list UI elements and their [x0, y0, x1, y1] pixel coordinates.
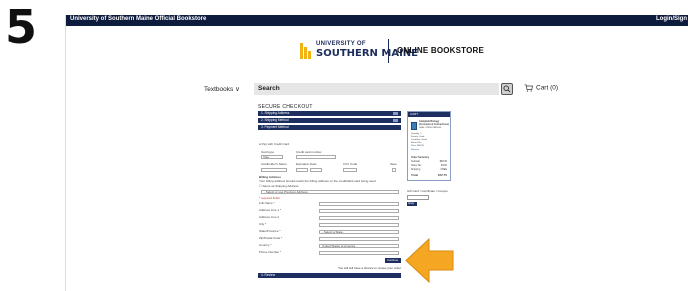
cvv-label: CVV Code — [343, 162, 358, 166]
search-icon — [503, 85, 511, 93]
review-note: You will still have a chance to review y… — [338, 266, 402, 270]
logo-line-1: UNIVERSITY OF — [316, 41, 366, 47]
store-name: ONLINE BOOKSTORE — [397, 46, 485, 55]
cart-summary-header: CART — [408, 112, 450, 117]
top-bar: University of Southern Maine Official Bo… — [66, 15, 688, 26]
exp-month-select[interactable] — [296, 168, 308, 172]
field-label-address-2: Address Line 2 — [259, 215, 280, 219]
item-price: Price: $68.95 — [411, 145, 424, 147]
state-value: - Select a State - — [322, 230, 345, 234]
zip-input[interactable] — [319, 237, 399, 241]
panel-shipping-address[interactable]: 1. Shipping Address — [258, 111, 401, 116]
save-label: Save — [390, 162, 397, 166]
country-value: United States of America — [322, 244, 356, 248]
cardholder-name-input[interactable] — [261, 168, 287, 172]
subtotal-value: $68.95 — [439, 160, 447, 163]
card-type-value: Visa — [263, 155, 269, 159]
gift-card-label: Gift Card / Certificate / Coupon — [407, 189, 449, 193]
previous-address-select[interactable]: - Select or use Previous Address - — [261, 190, 399, 194]
login-link[interactable]: Login/Sign — [656, 16, 687, 22]
panel-label: 2. Shipping Method — [261, 118, 289, 122]
card-type-label: Card type — [261, 150, 275, 154]
full-name-input[interactable] — [319, 202, 399, 206]
panel-label: 3. Payment Method — [261, 125, 289, 129]
save-card-checkbox[interactable] — [392, 168, 396, 172]
pay-with-label: Pay with Credit Card — [261, 142, 290, 146]
field-label-zip: Zip/Postal Code * — [259, 236, 283, 240]
cart-icon — [524, 84, 533, 92]
cvv-input[interactable] — [343, 168, 357, 172]
logo-divider — [388, 39, 389, 63]
payment-form: ● Pay with Credit Card Card type Visa Cr… — [258, 139, 401, 279]
address-2-input[interactable] — [319, 216, 399, 220]
cart-link[interactable]: Cart (0) — [524, 84, 558, 92]
summary-title: Order Summary — [411, 156, 430, 159]
shipping-label: Shipping — [411, 168, 421, 171]
tax-value: $3.80 — [441, 164, 447, 167]
panel-payment-method[interactable]: 3. Payment Method — [258, 125, 401, 130]
card-type-select[interactable]: Visa — [261, 155, 283, 159]
panel-shipping-method[interactable]: 2. Shipping Method — [258, 118, 401, 123]
phone-input[interactable] — [319, 251, 399, 255]
search-placeholder: Search — [258, 85, 280, 92]
tax-label: Sales Tax — [411, 164, 422, 167]
book-cover-icon — [411, 122, 417, 130]
item-title[interactable]: Campbell Biology (Concepts & Connections… — [419, 120, 450, 127]
previous-address-value: - Select or use Previous Address - — [264, 190, 310, 194]
textbooks-menu[interactable]: Textbooks ∨ — [204, 85, 240, 93]
field-label-country: Country * — [259, 243, 272, 247]
page-title: SECURE CHECKOUT — [258, 104, 313, 110]
card-number-input[interactable] — [296, 155, 336, 159]
field-label-address-1: Address Line 1 * — [259, 208, 282, 212]
pay-with-card-radio[interactable]: ● Pay with Credit Card — [259, 142, 290, 146]
country-select[interactable]: United States of America — [319, 244, 399, 248]
pointer-arrow-icon — [405, 237, 454, 284]
cart-summary: CART Campbell Biology (Concepts & Connec… — [407, 111, 451, 181]
search-input[interactable]: Search — [254, 83, 499, 95]
field-label-city: City * — [259, 222, 267, 226]
gift-apply-label: Apply — [408, 202, 415, 205]
cart-label: Cart (0) — [536, 84, 559, 92]
edit-icon[interactable] — [393, 119, 398, 122]
field-label-phone: Phone Number * — [259, 250, 282, 254]
continue-label: Continue — [387, 258, 399, 262]
same-as-shipping-label: Same as Shipping Address — [262, 184, 299, 188]
instruction-frame: 5 University of Southern Maine Official … — [0, 0, 688, 291]
continue-button[interactable]: Continue — [385, 258, 401, 263]
exp-year-select[interactable] — [310, 168, 322, 172]
logo-mark-icon — [300, 43, 312, 59]
cardholder-name-label: Cardholder's Name — [261, 162, 287, 166]
city-input[interactable] — [319, 223, 399, 227]
field-label-state: State/Province * — [259, 229, 281, 233]
gift-apply-button[interactable]: Apply — [407, 202, 417, 206]
step-number: 5 — [5, 0, 37, 54]
card-number-label: Credit card number — [296, 150, 322, 154]
subtotal-label: Subtotal — [411, 160, 420, 163]
bookstore-screenshot: University of Southern Maine Official Bo… — [65, 15, 688, 291]
billing-note: Your billing address should match the bi… — [259, 179, 377, 183]
total-label: Total — [411, 173, 418, 177]
remove-link[interactable]: Remove — [411, 149, 419, 152]
expiration-label: Expiration Date — [296, 162, 317, 166]
field-label-full-name: Full Name * — [259, 201, 275, 205]
same-as-shipping-checkbox[interactable]: ☐ Same as Shipping Address — [259, 184, 299, 188]
panel-label: 4. Review — [261, 273, 275, 277]
gift-card-input[interactable] — [407, 195, 429, 200]
address-1-input[interactable] — [319, 209, 399, 213]
panel-review[interactable]: 4. Review — [258, 273, 401, 278]
state-select[interactable]: - Select a State - — [319, 230, 399, 234]
edit-icon[interactable] — [393, 112, 398, 115]
shipping-value: FREE — [440, 168, 447, 171]
cart-header-label: CART — [410, 112, 419, 116]
total-value: $72.75 — [437, 173, 447, 177]
required-note: * required fields — [259, 196, 280, 200]
panel-label: 1. Shipping Address — [261, 111, 290, 115]
search-button[interactable] — [501, 83, 513, 95]
site-title[interactable]: University of Southern Maine Official Bo… — [70, 16, 206, 22]
item-isbn: ISBN: 9780321885555 — [419, 127, 442, 129]
